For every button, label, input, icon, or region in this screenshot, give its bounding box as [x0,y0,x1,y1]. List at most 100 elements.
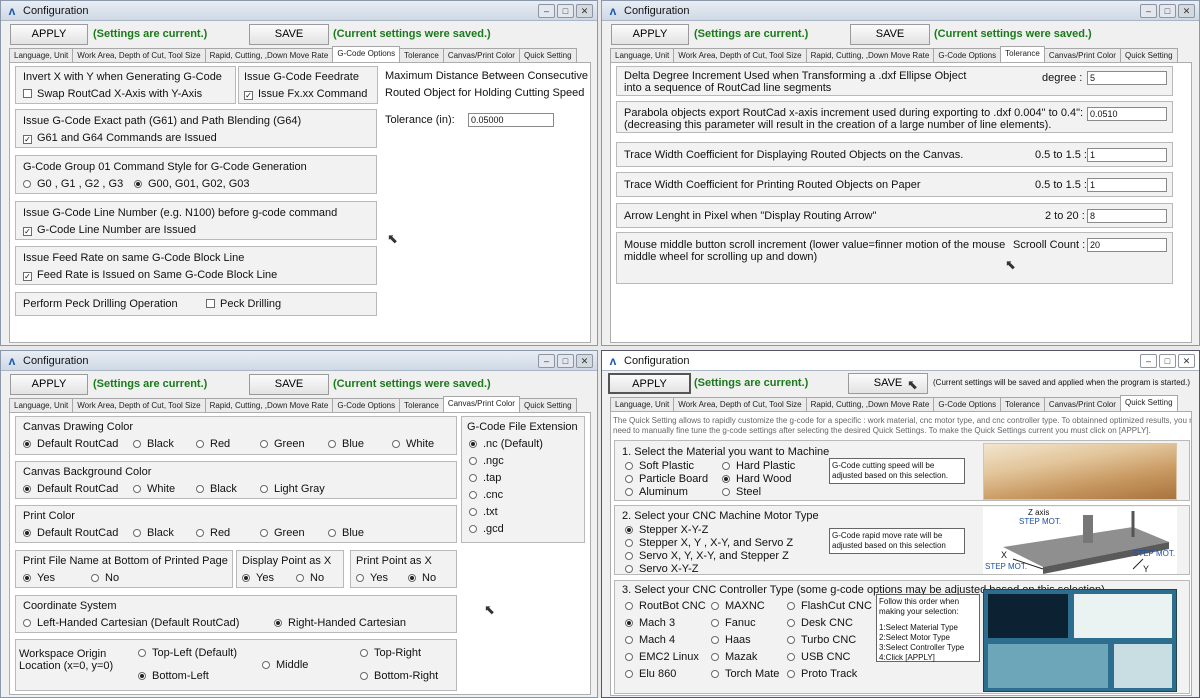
radio-aluminum[interactable]: Aluminum [625,486,688,498]
close-icon[interactable]: ✕ [576,3,593,18]
tab-quick-setting[interactable]: Quick Setting [1119,48,1178,62]
tab-work-area[interactable]: Work Area, Depth of Cut, Tool Size [673,397,807,411]
swap-axis-checkbox[interactable]: Swap RoutCad X-Axis with Y-Axis [23,88,202,100]
feed-rate-block-checkbox[interactable]: ✓ Feed Rate is Issued on Same G-Code Bloc… [23,269,277,281]
radio-ext-ngc[interactable]: .ngc [469,455,504,467]
radio-light-gray[interactable]: Light Gray [260,483,325,495]
radio-circle[interactable] [23,529,31,537]
radio-circle[interactable] [625,653,633,661]
radio-circle[interactable] [392,440,400,448]
check-icon[interactable]: ✓ [23,227,32,236]
close-icon[interactable]: ✕ [1178,353,1195,368]
radio-circle[interactable] [133,529,141,537]
style-g0-radio[interactable]: G0 , G1 , G2 , G3 [23,178,123,190]
check-icon[interactable]: ✓ [244,91,253,100]
radio-top-left[interactable]: Top-Left (Default) [138,647,237,659]
radio-circle[interactable] [23,574,31,582]
radio-circle[interactable] [23,180,31,188]
scroll-count-input[interactable]: 20 [1087,238,1167,252]
apply-button[interactable]: APPLY [10,374,88,395]
radio-proto-track[interactable]: Proto Track [787,668,857,680]
tab-canvas-print[interactable]: Canvas/Print Color [1043,397,1121,411]
radio-circle[interactable] [722,475,730,483]
radio-turbo-cnc[interactable]: Turbo CNC [787,634,856,646]
radio-circle[interactable] [296,574,304,582]
radio-circle[interactable] [196,440,204,448]
radio-circle[interactable] [23,440,31,448]
parabola-increment-input[interactable]: 0.0510 [1087,107,1167,121]
minimize-icon[interactable]: – [538,3,555,18]
radio-blue[interactable]: Blue [328,527,364,539]
tolerance-input[interactable]: 0.05000 [468,113,554,127]
radio-circle[interactable] [360,649,368,657]
radio-black[interactable]: Black [133,527,174,539]
radio-flashcut-cnc[interactable]: FlashCut CNC [787,600,872,612]
radio-default[interactable]: Default RoutCad [23,438,118,450]
maximize-icon[interactable]: □ [1159,3,1176,18]
radio-fanuc[interactable]: Fanuc [711,617,756,629]
radio-steel[interactable]: Steel [722,486,761,498]
radio-circle[interactable] [722,488,730,496]
radio-circle[interactable] [711,636,719,644]
radio-circle[interactable] [328,440,336,448]
radio-middle[interactable]: Middle [262,659,308,671]
radio-circle[interactable] [196,485,204,493]
radio-bottom-left[interactable]: Bottom-Left [138,670,209,682]
radio-no[interactable]: No [91,572,119,584]
apply-button[interactable]: APPLY [10,24,88,45]
radio-black[interactable]: Black [196,483,237,495]
radio-circle[interactable] [787,636,795,644]
radio-mach3[interactable]: Mach 3 [625,617,675,629]
radio-circle[interactable] [274,619,282,627]
maximize-icon[interactable]: □ [557,3,574,18]
radio-ext-tap[interactable]: .tap [469,472,501,484]
radio-circle[interactable] [328,529,336,537]
radio-circle[interactable] [133,440,141,448]
checkbox-box[interactable] [206,299,215,308]
radio-circle[interactable] [260,529,268,537]
style-g00-radio[interactable]: G00, G01, G02, G03 [134,178,250,190]
radio-left-handed[interactable]: Left-Handed Cartesian (Default RoutCad) [23,617,239,629]
radio-circle[interactable] [625,526,633,534]
radio-circle[interactable] [711,653,719,661]
radio-stepper-servo-z[interactable]: Stepper X, Y , X-Y, and Servo Z [625,537,793,549]
arrow-length-input[interactable]: 8 [1087,209,1167,223]
radio-elu-860[interactable]: Elu 860 [625,668,676,680]
radio-stepper-xyz[interactable]: Stepper X-Y-Z [625,524,708,536]
tab-canvas-print[interactable]: Canvas/Print Color [442,396,520,412]
radio-usb-cnc[interactable]: USB CNC [787,651,851,663]
radio-circle[interactable] [787,602,795,610]
tab-gcode-options[interactable]: G-Code Options [332,46,401,62]
tab-gcode-options[interactable]: G-Code Options [933,397,1002,411]
radio-hard-wood[interactable]: Hard Wood [722,473,791,485]
line-number-checkbox[interactable]: ✓ G-Code Line Number are Issued [23,224,196,236]
radio-ext-gcd[interactable]: .gcd [469,523,504,535]
radio-white[interactable]: White [133,483,175,495]
tab-rapid-cutting[interactable]: Rapid, Cutting, ,Down Move Rate [805,48,935,62]
radio-circle[interactable] [722,462,730,470]
radio-circle[interactable] [133,485,141,493]
tab-tolerance[interactable]: Tolerance [399,48,444,62]
radio-circle[interactable] [625,475,633,483]
radio-circle[interactable] [138,649,146,657]
radio-green[interactable]: Green [260,438,305,450]
radio-circle[interactable] [625,552,633,560]
radio-circle[interactable] [625,602,633,610]
radio-circle[interactable] [262,661,270,669]
check-icon[interactable]: ✓ [23,272,32,281]
tab-language-unit[interactable]: Language, Unit [610,48,675,62]
trace-print-input[interactable]: 1 [1087,178,1167,192]
radio-circle[interactable] [469,491,477,499]
radio-servo-stepper-z[interactable]: Servo X, Y, X-Y, and Stepper Z [625,550,789,562]
tab-language-unit[interactable]: Language, Unit [9,398,74,412]
radio-yes[interactable]: Yes [242,572,274,584]
radio-circle[interactable] [625,565,633,573]
radio-red[interactable]: Red [196,527,230,539]
radio-desk-cnc[interactable]: Desk CNC [787,617,853,629]
radio-mazak[interactable]: Mazak [711,651,757,663]
radio-circle[interactable] [787,653,795,661]
tab-tolerance[interactable]: Tolerance [1000,397,1045,411]
radio-black[interactable]: Black [133,438,174,450]
radio-circle[interactable] [469,508,477,516]
title-bar[interactable]: ʌ Configuration – □ ✕ [602,1,1199,21]
